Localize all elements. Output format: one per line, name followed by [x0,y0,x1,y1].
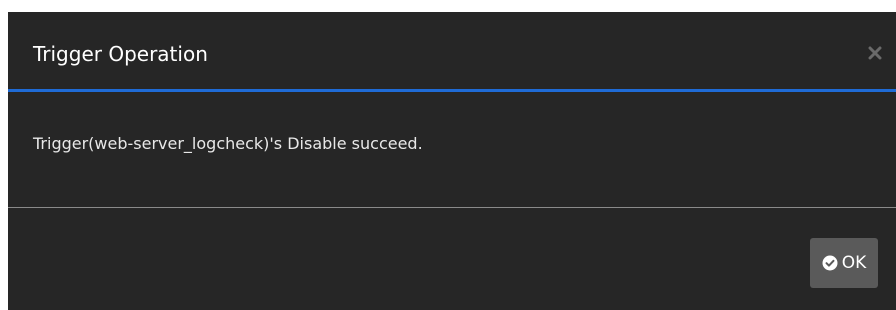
dialog-body: Trigger(web-server_logcheck)'s Disable s… [8,92,896,208]
check-circle-icon [822,255,838,271]
ok-button-label: OK [841,253,867,273]
ok-button[interactable]: OK [810,238,878,288]
close-icon [868,46,882,60]
status-message: Trigger(web-server_logcheck)'s Disable s… [33,134,423,153]
dialog-title: Trigger Operation [33,42,208,66]
trigger-operation-dialog: Trigger Operation Trigger(web-server_log… [8,12,896,310]
dialog-header: Trigger Operation [8,12,896,92]
close-button[interactable] [862,40,888,66]
dialog-footer: OK [8,208,896,310]
